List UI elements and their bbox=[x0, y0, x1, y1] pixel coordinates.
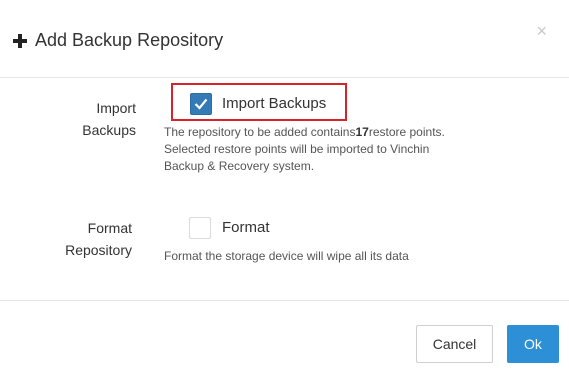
import-desc-line2: Selected restore points will be imported… bbox=[164, 142, 430, 156]
format-option-label[interactable]: Format bbox=[222, 219, 270, 236]
plus-icon bbox=[12, 33, 28, 49]
close-icon[interactable]: × bbox=[536, 22, 547, 40]
import-backups-option-label[interactable]: Import Backups bbox=[222, 95, 326, 112]
import-desc-line1-pre: The repository to be added contains bbox=[164, 125, 356, 139]
import-backups-label: Import Backups bbox=[60, 97, 136, 141]
ok-button[interactable]: Ok bbox=[507, 325, 559, 363]
import-desc-line1: The repository to be added contains17res… bbox=[164, 124, 445, 141]
import-desc-line3: Backup & Recovery system. bbox=[164, 159, 315, 173]
dialog-title: Add Backup Repository bbox=[12, 30, 223, 51]
format-repository-label: Format Repository bbox=[44, 217, 132, 261]
dialog-footer-divider bbox=[0, 300, 569, 301]
import-backups-checkbox[interactable] bbox=[190, 93, 212, 115]
format-description: Format the storage device will wipe all … bbox=[164, 249, 409, 263]
import-label-line2: Backups bbox=[82, 122, 136, 138]
add-backup-repository-dialog: Add Backup Repository × Import Backups I… bbox=[0, 0, 569, 379]
dialog-header: Add Backup Repository × bbox=[0, 0, 569, 78]
import-desc-line1-post: restore points. bbox=[368, 125, 445, 139]
import-backups-description: The repository to be added contains17res… bbox=[164, 124, 445, 175]
format-label-line1: Format bbox=[87, 220, 132, 236]
dialog-title-text: Add Backup Repository bbox=[35, 30, 224, 50]
import-label-line1: Import bbox=[96, 100, 136, 116]
cancel-button[interactable]: Cancel bbox=[416, 325, 493, 363]
format-label-line2: Repository bbox=[65, 242, 132, 258]
restore-point-count: 17 bbox=[355, 125, 369, 139]
checkmark-icon bbox=[194, 98, 208, 110]
format-checkbox[interactable] bbox=[189, 217, 211, 239]
